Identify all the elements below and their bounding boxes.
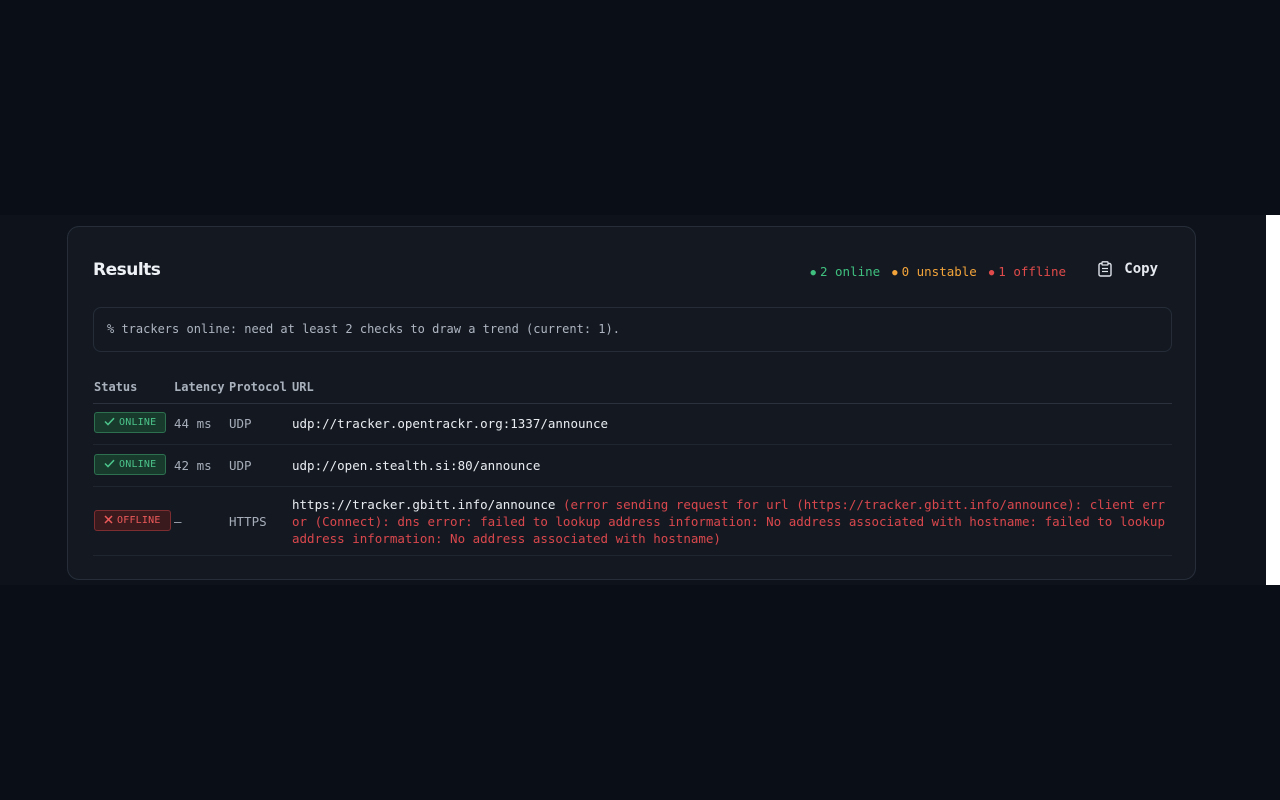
- results-panel: Results ● 2 online ● 0 unstable ● 1 offline…: [67, 226, 1196, 580]
- status-label: ONLINE: [119, 459, 157, 470]
- status-badge-online: ONLINE: [94, 454, 167, 475]
- table-row: ONLINE 44 ms UDP udp://tracker.opentrack…: [93, 404, 1172, 445]
- clipboard-icon: [1098, 261, 1112, 277]
- table-row: ONLINE 42 ms UDP udp://open.stealth.si:8…: [93, 445, 1172, 487]
- status-cell: ONLINE: [94, 454, 167, 475]
- latency-cell: 42 ms: [174, 458, 212, 473]
- offline-count: ● 1 offline: [989, 264, 1066, 279]
- table-header: Status Latency Protocol URL: [93, 372, 1172, 404]
- offline-count-label: 1 offline: [998, 264, 1066, 279]
- header-latency: Latency: [174, 380, 225, 394]
- status-badge-online: ONLINE: [94, 412, 167, 433]
- url-cell: udp://tracker.opentrackr.org:1337/announ…: [292, 415, 1172, 432]
- header-protocol: Protocol: [229, 380, 287, 394]
- latency-cell: —: [174, 514, 182, 529]
- status-badge-offline: OFFLINE: [94, 510, 171, 531]
- unstable-dot-icon: ●: [892, 268, 898, 278]
- status-label: ONLINE: [119, 417, 157, 428]
- panel-title: Results: [93, 260, 161, 280]
- check-icon: [104, 459, 115, 471]
- status-summary: ● 2 online ● 0 unstable ● 1 offline: [811, 264, 1066, 279]
- copy-button[interactable]: Copy: [1098, 261, 1158, 277]
- protocol-cell: HTTPS: [229, 514, 267, 529]
- protocol-cell: UDP: [229, 416, 252, 431]
- status-cell: OFFLINE: [94, 510, 171, 531]
- tracker-url: udp://tracker.opentrackr.org:1337/announ…: [292, 416, 609, 431]
- url-cell: udp://open.stealth.si:80/announce: [292, 457, 1172, 474]
- online-count-label: 2 online: [819, 264, 881, 279]
- status-cell: ONLINE: [94, 412, 167, 433]
- protocol-cell: UDP: [229, 458, 252, 473]
- latency-cell: 44 ms: [174, 416, 212, 431]
- offline-dot-icon: ●: [988, 268, 995, 278]
- url-cell: https://tracker.gbitt.info/announce (err…: [292, 496, 1172, 547]
- scrollbar-edge: [1266, 215, 1280, 585]
- x-icon: [104, 514, 113, 527]
- trend-notice: % trackers online: need at least 2 check…: [93, 307, 1172, 352]
- results-table: Status Latency Protocol URL ONLINE 44 ms…: [93, 372, 1172, 556]
- tracker-url: udp://open.stealth.si:80/announce: [292, 458, 541, 473]
- status-label: OFFLINE: [117, 515, 161, 526]
- header-status: Status: [94, 380, 138, 394]
- unstable-count-label: 0 unstable: [901, 264, 977, 279]
- online-count: ● 2 online: [811, 264, 881, 279]
- online-dot-icon: ●: [810, 268, 816, 278]
- copy-button-label: Copy: [1124, 261, 1158, 277]
- table-row: OFFLINE — HTTPS https://tracker.gbitt.in…: [93, 487, 1172, 556]
- check-icon: [104, 417, 115, 429]
- tracker-url: https://tracker.gbitt.info/announce: [292, 497, 556, 512]
- unstable-count: ● 0 unstable: [892, 264, 977, 279]
- header-url: URL: [292, 380, 314, 394]
